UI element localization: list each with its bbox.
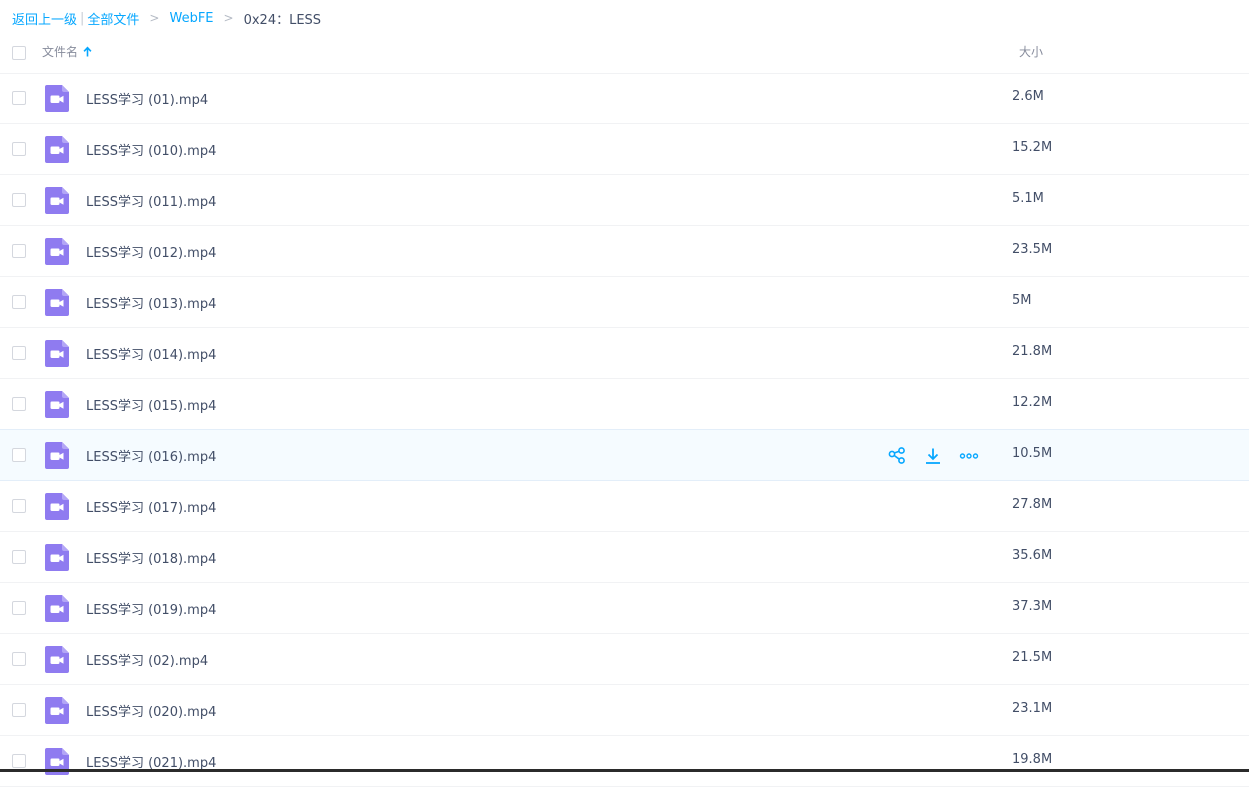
video-file-icon bbox=[45, 340, 69, 367]
video-file-icon bbox=[45, 493, 69, 520]
video-file-icon bbox=[45, 238, 69, 265]
video-file-icon bbox=[45, 442, 69, 469]
file-name[interactable]: LESS学习 (01).mp4 bbox=[86, 89, 208, 108]
file-row[interactable]: LESS学习 (013).mp4 5M bbox=[0, 277, 1249, 328]
row-checkbox[interactable] bbox=[12, 91, 26, 105]
video-file-icon bbox=[45, 289, 69, 316]
file-size: 35.6M bbox=[1012, 548, 1053, 563]
breadcrumb-separator: > bbox=[223, 11, 234, 25]
back-link[interactable]: 返回上一级 bbox=[12, 9, 77, 28]
select-all-checkbox[interactable] bbox=[12, 46, 26, 60]
row-actions bbox=[886, 445, 994, 467]
file-name[interactable]: LESS学习 (011).mp4 bbox=[86, 191, 216, 210]
video-file-icon bbox=[45, 697, 69, 724]
row-checkbox[interactable] bbox=[12, 601, 26, 615]
row-checkbox[interactable] bbox=[12, 397, 26, 411]
file-name[interactable]: LESS学习 (015).mp4 bbox=[86, 395, 216, 414]
video-file-icon bbox=[45, 85, 69, 112]
file-row[interactable]: LESS学习 (012).mp4 23.5M bbox=[0, 226, 1249, 277]
file-row[interactable]: LESS学习 (020).mp4 23.1M bbox=[0, 685, 1249, 736]
file-row[interactable]: LESS学习 (011).mp4 5.1M bbox=[0, 175, 1249, 226]
file-row[interactable]: LESS学习 (01).mp4 2.6M bbox=[0, 73, 1249, 124]
name-column-label: 文件名 bbox=[42, 45, 79, 59]
file-size: 15.2M bbox=[1012, 140, 1053, 155]
file-name[interactable]: LESS学习 (016).mp4 bbox=[86, 446, 216, 465]
file-name[interactable]: LESS学习 (012).mp4 bbox=[86, 242, 216, 261]
row-checkbox[interactable] bbox=[12, 193, 26, 207]
file-row[interactable]: LESS学习 (02).mp4 21.5M bbox=[0, 634, 1249, 685]
video-file-icon bbox=[45, 544, 69, 571]
share-icon[interactable] bbox=[886, 445, 908, 467]
file-name[interactable]: LESS学习 (013).mp4 bbox=[86, 293, 216, 312]
row-checkbox[interactable] bbox=[12, 295, 26, 309]
breadcrumb-separator: > bbox=[149, 11, 160, 25]
row-checkbox[interactable] bbox=[12, 550, 26, 564]
all-files-link[interactable]: 全部文件 bbox=[87, 9, 139, 28]
file-size: 23.1M bbox=[1012, 701, 1053, 716]
file-size: 12.2M bbox=[1012, 395, 1053, 410]
row-checkbox[interactable] bbox=[12, 499, 26, 513]
file-name[interactable]: LESS学习 (020).mp4 bbox=[86, 701, 216, 720]
video-file-icon bbox=[45, 136, 69, 163]
file-size: 23.5M bbox=[1012, 242, 1053, 257]
size-column-header[interactable]: 大小 bbox=[1019, 43, 1043, 60]
file-size: 2.6M bbox=[1012, 89, 1044, 104]
row-checkbox[interactable] bbox=[12, 142, 26, 156]
video-file-icon bbox=[45, 595, 69, 622]
file-size: 27.8M bbox=[1012, 497, 1053, 512]
file-row[interactable]: LESS学习 (019).mp4 37.3M bbox=[0, 583, 1249, 634]
file-size: 37.3M bbox=[1012, 599, 1053, 614]
row-checkbox[interactable] bbox=[12, 244, 26, 258]
file-size: 19.8M bbox=[1012, 752, 1053, 767]
file-row[interactable]: LESS学习 (021).mp4 19.8M bbox=[0, 736, 1249, 787]
file-row[interactable]: LESS学习 (010).mp4 15.2M bbox=[0, 124, 1249, 175]
row-checkbox[interactable] bbox=[12, 754, 26, 768]
file-name[interactable]: LESS学习 (019).mp4 bbox=[86, 599, 216, 618]
video-file-icon bbox=[45, 187, 69, 214]
file-name[interactable]: LESS学习 (017).mp4 bbox=[86, 497, 216, 516]
file-row[interactable]: LESS学习 (017).mp4 27.8M bbox=[0, 481, 1249, 532]
breadcrumb-divider: | bbox=[80, 10, 85, 26]
name-column-header[interactable]: 文件名 bbox=[42, 43, 92, 60]
file-name[interactable]: LESS学习 (02).mp4 bbox=[86, 650, 208, 669]
file-size: 10.5M bbox=[1012, 446, 1053, 461]
file-row[interactable]: LESS学习 (015).mp4 12.2M bbox=[0, 379, 1249, 430]
video-file-icon bbox=[45, 391, 69, 418]
file-size: 5M bbox=[1012, 293, 1032, 308]
row-checkbox[interactable] bbox=[12, 703, 26, 717]
row-checkbox[interactable] bbox=[12, 346, 26, 360]
arrow-up-icon bbox=[83, 46, 92, 57]
file-size: 5.1M bbox=[1012, 191, 1044, 206]
folder-link-webfe[interactable]: WebFE bbox=[169, 11, 213, 26]
file-list-header: 文件名 大小 bbox=[0, 32, 1249, 74]
more-icon[interactable] bbox=[958, 445, 980, 467]
file-row[interactable]: LESS学习 (016).mp4 10.5M bbox=[0, 429, 1249, 481]
file-name[interactable]: LESS学习 (018).mp4 bbox=[86, 548, 216, 567]
file-name[interactable]: LESS学习 (014).mp4 bbox=[86, 344, 216, 363]
breadcrumb: 返回上一级 | 全部文件 > WebFE > 0x24：LESS bbox=[12, 8, 321, 28]
row-checkbox[interactable] bbox=[12, 448, 26, 462]
row-checkbox[interactable] bbox=[12, 652, 26, 666]
file-size: 21.8M bbox=[1012, 344, 1053, 359]
current-folder: 0x24：LESS bbox=[243, 12, 322, 28]
file-name[interactable]: LESS学习 (010).mp4 bbox=[86, 140, 216, 159]
file-row[interactable]: LESS学习 (014).mp4 21.8M bbox=[0, 328, 1249, 379]
file-list: LESS学习 (01).mp4 2.6M LESS学习 (010).mp4 15… bbox=[0, 73, 1249, 787]
download-icon[interactable] bbox=[922, 445, 944, 467]
file-size: 21.5M bbox=[1012, 650, 1053, 665]
file-row[interactable]: LESS学习 (018).mp4 35.6M bbox=[0, 532, 1249, 583]
video-file-icon bbox=[45, 646, 69, 673]
